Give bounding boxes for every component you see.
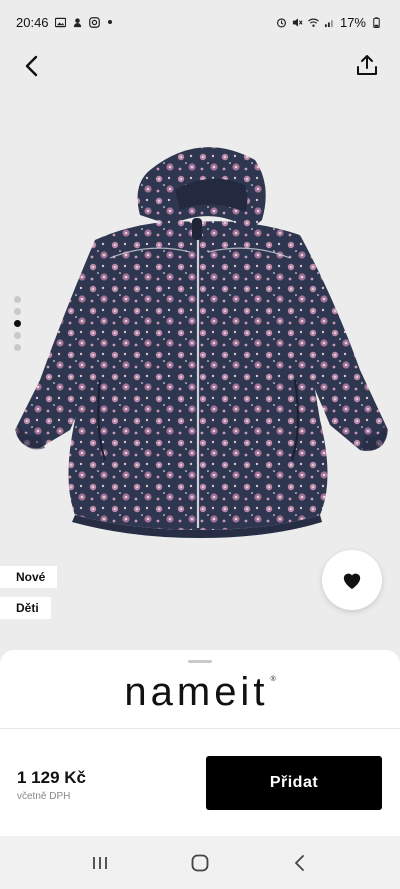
chevron-left-icon [25, 55, 38, 77]
system-back-button[interactable] [280, 843, 320, 883]
tag-new: Nové [0, 566, 58, 588]
product-image[interactable] [0, 130, 400, 560]
status-left: 20:46 [16, 15, 112, 30]
status-right: 17% [276, 15, 382, 30]
more-notifications-dot [107, 20, 112, 24]
image-icon [54, 17, 66, 28]
instagram-icon [88, 16, 100, 28]
image-pager [14, 296, 21, 351]
sheet-handle[interactable] [188, 660, 212, 663]
alarm-icon [276, 17, 287, 28]
price: 1 129 Kč [17, 768, 86, 787]
battery-icon [371, 16, 382, 28]
pager-dot-active[interactable] [14, 320, 21, 327]
brand-logo: nameit ® [0, 670, 400, 715]
back-button[interactable] [18, 52, 46, 80]
pager-dot[interactable] [14, 308, 21, 315]
brand-name: nameit [124, 670, 269, 714]
pager-dot[interactable] [14, 296, 21, 303]
favorite-button[interactable] [322, 550, 382, 610]
divider [0, 728, 400, 729]
top-bar [0, 44, 400, 88]
status-bar: 20:46 17% [0, 0, 400, 44]
floral-jacket-illustration [15, 147, 388, 538]
vat-note: včetně DPH [17, 791, 71, 802]
share-button[interactable] [352, 50, 382, 80]
recent-apps-icon [93, 856, 107, 869]
product-sheet: nameit ® 1 129 Kč včetně DPH Přidat [0, 650, 400, 840]
battery-percent: 17% [339, 14, 366, 30]
heart-icon [343, 573, 361, 590]
home-icon [191, 854, 209, 871]
mute-icon [292, 17, 303, 28]
wifi-icon [308, 17, 319, 28]
pager-dot[interactable] [14, 344, 21, 351]
add-to-cart-button[interactable]: Přidat [206, 756, 382, 810]
status-time: 20:46 [16, 14, 49, 30]
home-button[interactable] [180, 843, 220, 883]
brand-registered-mark: ® [270, 676, 276, 683]
back-icon [295, 854, 304, 871]
share-icon [357, 55, 377, 75]
tag-kids: Děti [0, 597, 51, 619]
recent-apps-button[interactable] [80, 843, 120, 883]
pager-dot[interactable] [14, 332, 21, 339]
system-nav-bar [0, 836, 400, 889]
signal-icon [324, 17, 335, 28]
notification-icon [72, 17, 83, 28]
